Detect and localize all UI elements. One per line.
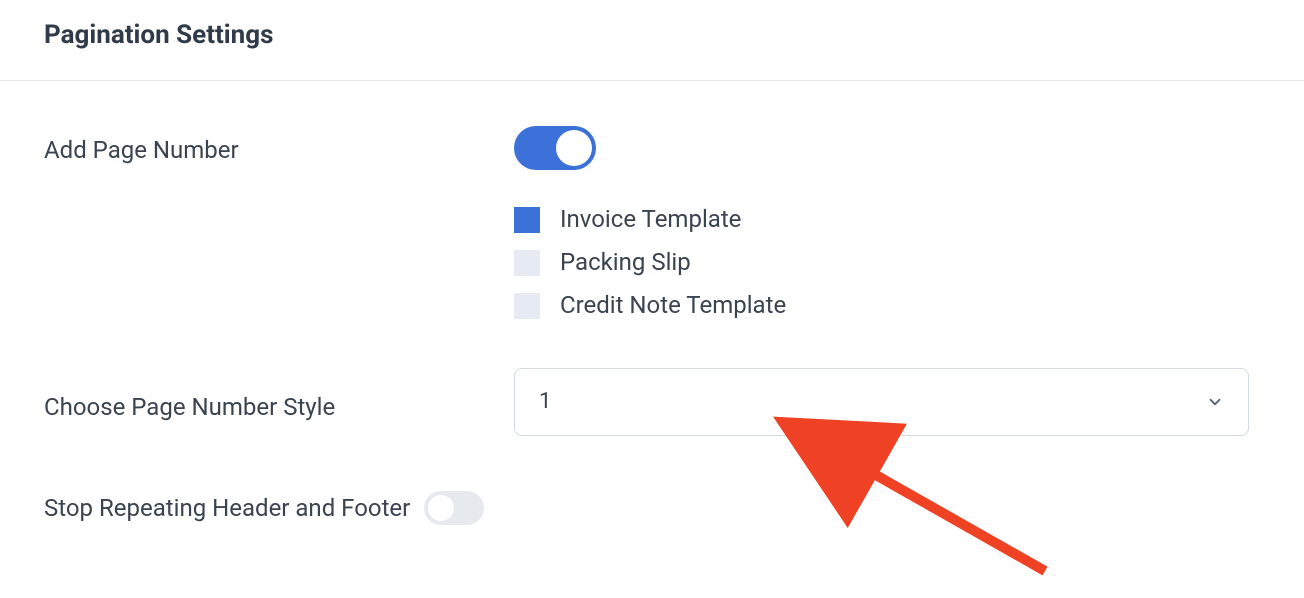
toggle-knob-icon — [556, 130, 592, 166]
template-checkbox-packing-slip[interactable]: Packing Slip — [514, 241, 1260, 284]
page-number-style-value: 1 — [539, 389, 551, 414]
add-page-number-control — [514, 126, 1260, 174]
page-title: Pagination Settings — [44, 20, 1260, 50]
stop-repeating-label: Stop Repeating Header and Footer — [44, 494, 410, 522]
template-checkbox-label: Invoice Template — [560, 198, 741, 241]
chevron-down-icon — [1206, 393, 1224, 411]
page-number-style-row: Choose Page Number Style 1 — [44, 368, 1260, 436]
page-number-style-control: 1 — [514, 368, 1260, 436]
template-checkbox-label: Packing Slip — [560, 241, 691, 284]
template-checkbox-invoice[interactable]: Invoice Template — [514, 198, 1260, 241]
toggle-knob-icon — [428, 495, 454, 521]
page-number-style-label: Choose Page Number Style — [44, 383, 514, 421]
content-area: Add Page Number Invoice Template Packing… — [0, 81, 1304, 525]
template-checkbox-credit-note[interactable]: Credit Note Template — [514, 284, 1260, 327]
add-page-number-label: Add Page Number — [44, 136, 514, 164]
template-checkbox-list: Invoice Template Packing Slip Credit Not… — [514, 198, 1260, 328]
stop-repeating-toggle[interactable] — [424, 491, 484, 525]
template-checkbox-label: Credit Note Template — [560, 284, 786, 327]
stop-repeating-row: Stop Repeating Header and Footer — [44, 491, 1260, 525]
add-page-number-toggle[interactable] — [514, 126, 596, 170]
checkbox-icon — [514, 250, 540, 276]
checkbox-icon — [514, 207, 540, 233]
page-number-style-select[interactable]: 1 — [514, 368, 1249, 436]
checkbox-icon — [514, 293, 540, 319]
section-header: Pagination Settings — [0, 0, 1304, 80]
add-page-number-row: Add Page Number — [44, 126, 1260, 174]
